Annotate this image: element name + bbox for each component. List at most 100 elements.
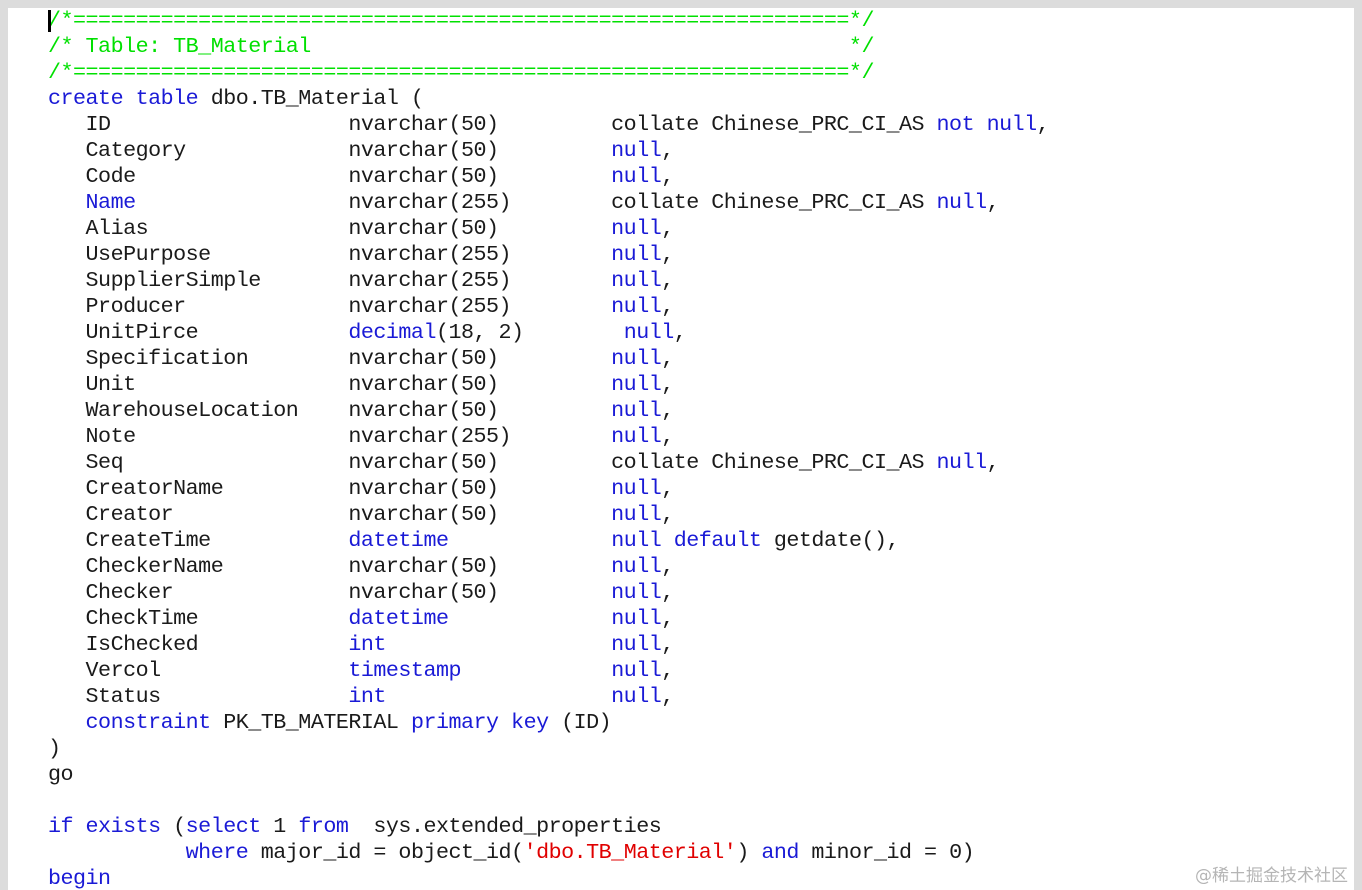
code-token: (ID) xyxy=(548,710,612,735)
code-token: , xyxy=(661,216,674,241)
code-line: CreateTime datetime null default getdate… xyxy=(48,528,1049,554)
code-token: nvarchar(255) collate Chinese_PRC_CI_AS xyxy=(135,190,937,215)
keyword-token: constraint xyxy=(85,710,212,735)
code-token: Unit nvarchar(50) xyxy=(48,372,612,397)
code-token: Seq nvarchar(50) collate Chinese_PRC_CI_… xyxy=(48,450,937,475)
code-token: sys.extended_properties xyxy=(348,814,662,839)
code-token: , xyxy=(661,684,674,709)
keyword-token: null xyxy=(611,580,662,605)
code-line: Alias nvarchar(50) null, xyxy=(48,216,1049,242)
keyword-token: null xyxy=(623,320,675,345)
code-line: ) xyxy=(48,736,1049,762)
code-token: CheckTime xyxy=(48,606,349,631)
code-token: , xyxy=(661,242,674,267)
keyword-token: null xyxy=(611,658,662,683)
code-text-area[interactable]: /*======================================… xyxy=(48,8,1050,890)
code-token: PK_TB_MATERIAL xyxy=(210,710,411,735)
code-line: Status int null, xyxy=(48,684,1049,710)
code-line: Specification nvarchar(50) null, xyxy=(48,346,1049,372)
keyword-token: if exists xyxy=(48,814,161,839)
code-line: ID nvarchar(50) collate Chinese_PRC_CI_A… xyxy=(48,112,1050,138)
code-token: , xyxy=(661,632,674,657)
code-token: , xyxy=(661,554,674,579)
keyword-token: int xyxy=(348,684,386,709)
code-line: UnitPirce decimal(18, 2) null, xyxy=(48,320,1049,346)
code-line: /*======================================… xyxy=(48,8,1049,34)
keyword-token: null xyxy=(611,554,662,579)
keyword-token: begin xyxy=(48,866,111,890)
keyword-token: null xyxy=(611,346,662,371)
keyword-token: and xyxy=(761,840,799,865)
code-token: Status xyxy=(48,684,349,709)
code-token: Alias nvarchar(50) xyxy=(48,216,612,241)
code-token: , xyxy=(661,164,674,189)
keyword-token: Name xyxy=(85,190,137,215)
code-line: Name nvarchar(255) collate Chinese_PRC_C… xyxy=(48,190,1049,216)
code-token: , xyxy=(986,190,1000,215)
keyword-token: null xyxy=(611,502,662,527)
code-line: CheckTime datetime null, xyxy=(48,606,1049,632)
keyword-token: null xyxy=(611,138,662,163)
code-line: begin xyxy=(48,866,1049,890)
code-token: , xyxy=(1036,112,1050,137)
keyword-token: where xyxy=(185,840,249,865)
keyword-token: null xyxy=(611,684,662,709)
code-line: SupplierSimple nvarchar(255) null, xyxy=(48,268,1049,294)
comment-token: /*======================================… xyxy=(48,60,874,85)
string-token: 'dbo.TB_Material' xyxy=(523,840,737,865)
keyword-token: null xyxy=(936,450,988,475)
code-token: major_id = object_id( xyxy=(248,840,524,865)
keyword-token: datetime xyxy=(348,606,449,631)
code-token: getdate(), xyxy=(761,528,900,553)
code-line: Code nvarchar(50) null, xyxy=(48,164,1049,190)
watermark: @稀土掘金技术社区 xyxy=(1195,866,1348,886)
code-token: Creator nvarchar(50) xyxy=(48,502,612,527)
keyword-token: decimal xyxy=(348,320,436,345)
code-token: , xyxy=(661,294,674,319)
keyword-token: from xyxy=(298,814,349,839)
code-token: ID nvarchar(50) collate Chinese_PRC_CI_A… xyxy=(48,112,937,137)
code-token: Checker nvarchar(50) xyxy=(48,580,612,605)
keyword-token: null xyxy=(611,164,662,189)
keyword-token: null default xyxy=(611,528,762,553)
keyword-token: not null xyxy=(936,112,1038,137)
keyword-token: null xyxy=(611,476,662,501)
keyword-token: null xyxy=(611,606,662,631)
code-token: SupplierSimple nvarchar(255) xyxy=(48,268,612,293)
code-token: WarehouseLocation nvarchar(50) xyxy=(48,398,612,423)
code-token: CreateTime xyxy=(48,528,349,553)
code-line: Checker nvarchar(50) null, xyxy=(48,580,1049,606)
code-token: UnitPirce xyxy=(48,320,349,345)
comment-token: /*======================================… xyxy=(48,8,874,33)
code-line: CreatorName nvarchar(50) null, xyxy=(48,476,1049,502)
code-line: Note nvarchar(255) null, xyxy=(48,424,1049,450)
code-token: , xyxy=(661,268,674,293)
keyword-token: null xyxy=(611,268,662,293)
keyword-token: null xyxy=(611,424,662,449)
code-line: /*======================================… xyxy=(48,60,1049,86)
code-line: UsePurpose nvarchar(255) null, xyxy=(48,242,1049,268)
code-token: , xyxy=(661,138,674,163)
keyword-token: null xyxy=(936,190,988,215)
code-token: CreatorName nvarchar(50) xyxy=(48,476,612,501)
code-token: Code nvarchar(50) xyxy=(48,164,612,189)
code-line: create table dbo.TB_Material ( xyxy=(48,86,1049,112)
code-token: , xyxy=(661,658,674,683)
code-editor[interactable]: /*======================================… xyxy=(8,8,1354,890)
code-token: go xyxy=(48,762,74,787)
code-token: IsChecked xyxy=(48,632,349,657)
code-line: constraint PK_TB_MATERIAL primary key (I… xyxy=(48,710,1049,736)
code-line: WarehouseLocation nvarchar(50) null, xyxy=(48,398,1049,424)
code-token: , xyxy=(661,424,674,449)
keyword-token: datetime xyxy=(348,528,449,553)
code-token: Specification nvarchar(50) xyxy=(48,346,612,371)
code-token: dbo.TB_Material ( xyxy=(198,86,424,111)
keyword-token: null xyxy=(611,242,662,267)
